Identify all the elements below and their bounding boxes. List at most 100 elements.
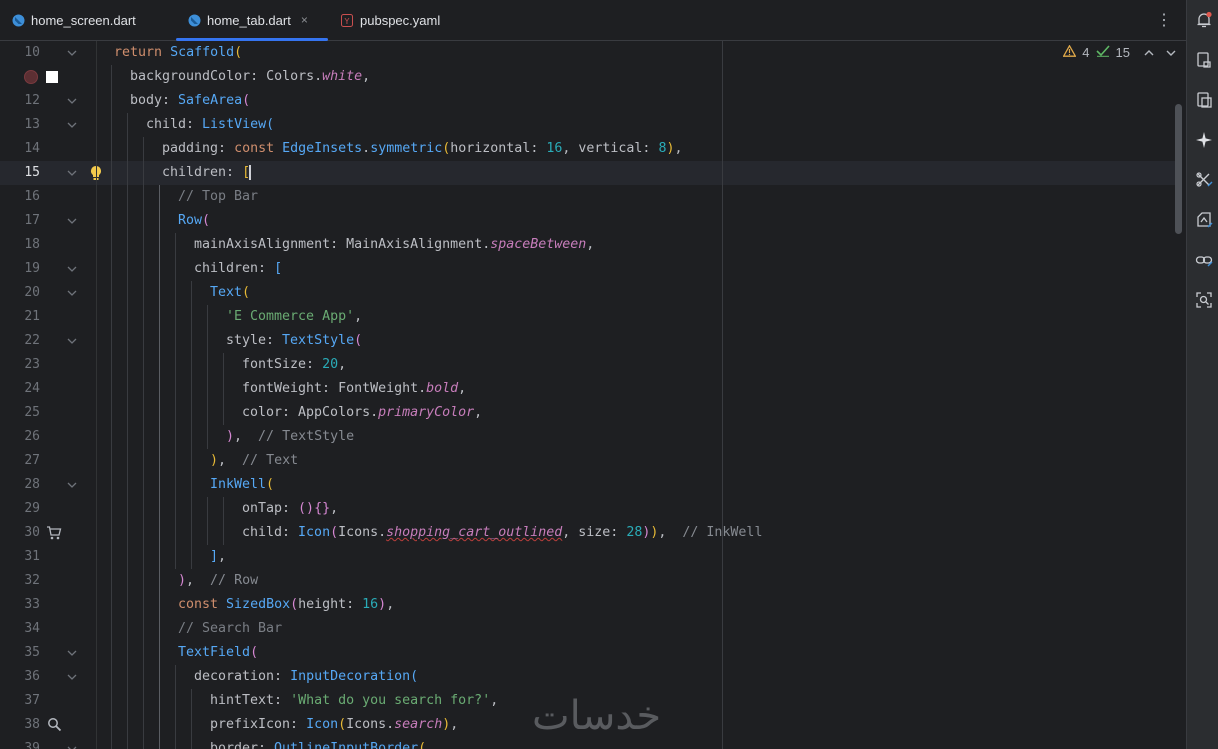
code-line[interactable]: 19 children: [ bbox=[0, 257, 1176, 281]
indent-guide bbox=[175, 329, 176, 353]
line-number[interactable]: 16 bbox=[0, 185, 40, 209]
line-number[interactable]: 10 bbox=[0, 41, 40, 65]
line-number[interactable]: 26 bbox=[0, 425, 40, 449]
code-line[interactable]: 35 TextField( bbox=[0, 641, 1176, 665]
line-number[interactable]: 30 bbox=[0, 521, 40, 545]
notifications-bell-icon[interactable] bbox=[1195, 11, 1213, 29]
code-line[interactable]: 13 child: ListView( bbox=[0, 113, 1176, 137]
indent-guide bbox=[159, 257, 160, 281]
line-number[interactable]: 22 bbox=[0, 329, 40, 353]
code-line[interactable]: 27), // Text bbox=[0, 449, 1176, 473]
code-line[interactable]: 36 decoration: InputDecoration( bbox=[0, 665, 1176, 689]
line-number[interactable]: 15 bbox=[0, 161, 40, 185]
code-line[interactable]: 15 children: [ bbox=[0, 161, 1176, 185]
flutter-inspector-icon[interactable] bbox=[1195, 51, 1213, 69]
code-line[interactable]: 14 padding: const EdgeInsets.symmetric(ho… bbox=[0, 137, 1176, 161]
fold-chevron-icon[interactable] bbox=[66, 281, 78, 305]
line-number[interactable]: 13 bbox=[0, 113, 40, 137]
more-options-icon[interactable]: ⋮ bbox=[1156, 10, 1172, 29]
line-number[interactable]: 12 bbox=[0, 89, 40, 113]
code-line[interactable]: 29 onTap: (){}, bbox=[0, 497, 1176, 521]
line-number[interactable]: 29 bbox=[0, 497, 40, 521]
app-inspection-icon[interactable] bbox=[1195, 211, 1213, 229]
line-number[interactable]: 28 bbox=[0, 473, 40, 497]
code-line[interactable]: 30 child: Icon(Icons.shopping_cart_outlin… bbox=[0, 521, 1176, 545]
code-editor[interactable]: 10 return Scaffold(backgroundColor: Color… bbox=[0, 41, 1186, 749]
fold-chevron-icon[interactable] bbox=[66, 473, 78, 497]
fold-chevron-icon[interactable] bbox=[66, 665, 78, 689]
close-icon[interactable]: × bbox=[301, 13, 308, 27]
chevron-up-icon[interactable] bbox=[1144, 45, 1154, 60]
chevron-down-icon[interactable] bbox=[1166, 45, 1176, 60]
line-number[interactable]: 20 bbox=[0, 281, 40, 305]
code-line[interactable]: 33 const SizedBox(height: 16), bbox=[0, 593, 1176, 617]
indent-guide bbox=[175, 305, 176, 329]
code-line[interactable]: 28 InkWell( bbox=[0, 473, 1176, 497]
line-number[interactable]: 27 bbox=[0, 449, 40, 473]
code-line[interactable]: 18 mainAxisAlignment: MainAxisAlignment.s… bbox=[0, 233, 1176, 257]
line-number[interactable]: 38 bbox=[0, 713, 40, 737]
line-number[interactable]: 17 bbox=[0, 209, 40, 233]
line-number[interactable]: 18 bbox=[0, 233, 40, 257]
vertical-scrollbar-thumb[interactable] bbox=[1175, 104, 1182, 234]
indent-guide bbox=[111, 281, 112, 305]
code-line[interactable]: 32), // Row bbox=[0, 569, 1176, 593]
line-number[interactable]: 32 bbox=[0, 569, 40, 593]
link-icon[interactable] bbox=[1195, 251, 1213, 269]
line-number[interactable]: 25 bbox=[0, 401, 40, 425]
code-line[interactable]: 17 Row( bbox=[0, 209, 1176, 233]
flutter-performance-icon[interactable] bbox=[1195, 171, 1213, 189]
code-line[interactable]: 20 Text( bbox=[0, 281, 1176, 305]
inspection-widget[interactable]: 4 15 bbox=[1062, 44, 1176, 60]
fold-chevron-icon[interactable] bbox=[66, 209, 78, 233]
tab-home-screen-dart[interactable]: home_screen.dart bbox=[12, 0, 136, 40]
line-number[interactable]: 23 bbox=[0, 353, 40, 377]
line-number[interactable]: 34 bbox=[0, 617, 40, 641]
indent-guide bbox=[159, 665, 160, 689]
fold-chevron-icon[interactable] bbox=[66, 161, 78, 185]
indent-guide bbox=[111, 569, 112, 593]
line-number[interactable]: 19 bbox=[0, 257, 40, 281]
device-manager-icon[interactable] bbox=[1195, 91, 1213, 109]
line-number[interactable]: 21 bbox=[0, 305, 40, 329]
ai-assistant-icon[interactable] bbox=[1195, 131, 1213, 149]
code-text: ], bbox=[210, 549, 227, 564]
tab-home-tab-dart[interactable]: home_tab.dart × bbox=[176, 0, 328, 41]
code-line[interactable]: 24 fontWeight: FontWeight.bold, bbox=[0, 377, 1176, 401]
fold-chevron-icon[interactable] bbox=[66, 113, 78, 137]
indent-guide bbox=[143, 377, 144, 401]
line-number[interactable]: 37 bbox=[0, 689, 40, 713]
code-line[interactable]: 12 body: SafeArea( bbox=[0, 89, 1176, 113]
code-line[interactable]: 31], bbox=[0, 545, 1176, 569]
indent-guide bbox=[111, 89, 112, 113]
code-line[interactable]: 10 return Scaffold( bbox=[0, 41, 1176, 65]
code-line[interactable]: 16 // Top Bar bbox=[0, 185, 1176, 209]
layout-inspector-icon[interactable] bbox=[1195, 291, 1213, 309]
indent-guide bbox=[143, 593, 144, 617]
code-line[interactable]: 34 // Search Bar bbox=[0, 617, 1176, 641]
shopping-cart-icon bbox=[46, 525, 62, 545]
indent-guide bbox=[143, 689, 144, 713]
fold-chevron-icon[interactable] bbox=[66, 329, 78, 353]
line-number[interactable]: 33 bbox=[0, 593, 40, 617]
line-number[interactable]: 36 bbox=[0, 665, 40, 689]
code-line[interactable]: 23 fontSize: 20, bbox=[0, 353, 1176, 377]
line-number[interactable]: 31 bbox=[0, 545, 40, 569]
code-line[interactable]: 26), // TextStyle bbox=[0, 425, 1176, 449]
line-number[interactable]: 35 bbox=[0, 641, 40, 665]
line-number[interactable]: 24 bbox=[0, 377, 40, 401]
fold-chevron-icon[interactable] bbox=[66, 641, 78, 665]
line-number[interactable]: 39 bbox=[0, 737, 40, 749]
fold-chevron-icon[interactable] bbox=[66, 89, 78, 113]
code-line[interactable]: 21 'E Commerce App', bbox=[0, 305, 1176, 329]
fold-chevron-icon[interactable] bbox=[66, 257, 78, 281]
code-line[interactable]: backgroundColor: Colors.white, bbox=[0, 65, 1176, 89]
breakpoint-icon[interactable] bbox=[24, 69, 60, 89]
tab-pubspec-yaml[interactable]: Y pubspec.yaml bbox=[341, 0, 440, 40]
fold-chevron-icon[interactable] bbox=[66, 737, 78, 749]
fold-chevron-icon[interactable] bbox=[66, 41, 78, 65]
code-line[interactable]: 25 color: AppColors.primaryColor, bbox=[0, 401, 1176, 425]
code-line[interactable]: 22 style: TextStyle( bbox=[0, 329, 1176, 353]
watermark: خدسات bbox=[532, 693, 662, 739]
line-number[interactable]: 14 bbox=[0, 137, 40, 161]
